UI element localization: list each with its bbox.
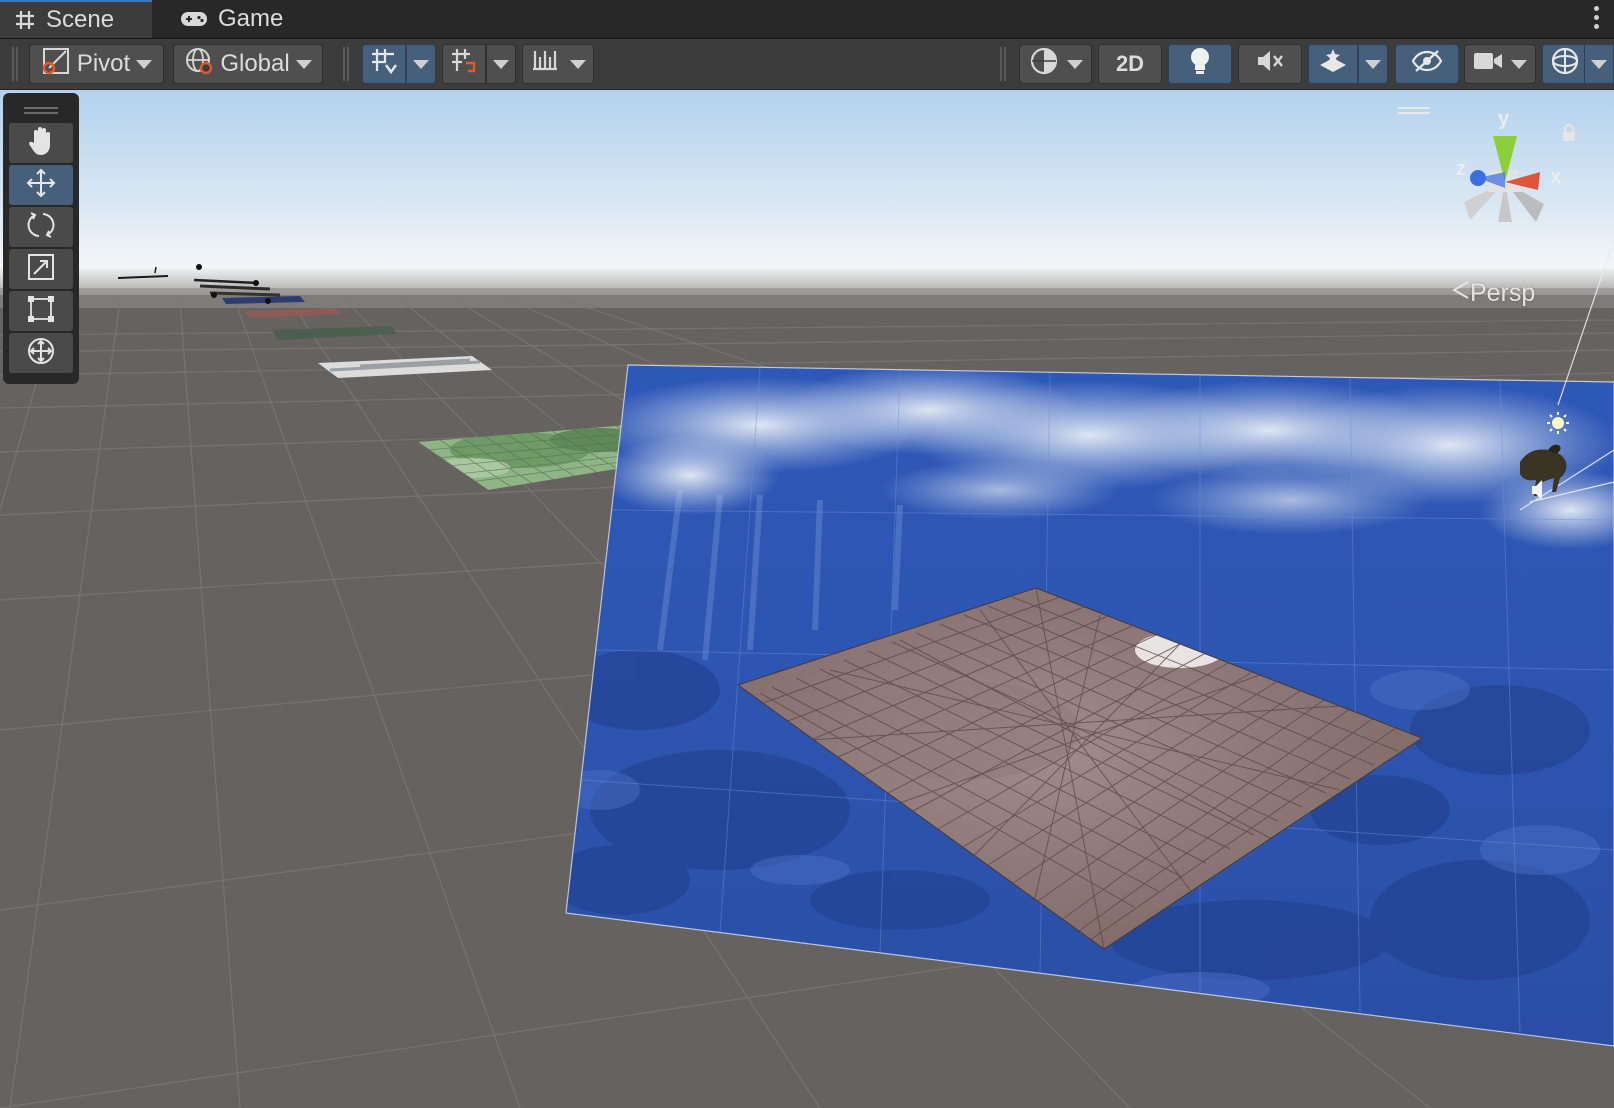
gizmo-y-label: y	[1498, 108, 1510, 130]
grid-snapping-toggle[interactable]	[362, 44, 406, 84]
tab-scene[interactable]: Scene	[0, 0, 152, 38]
move-tool-button[interactable]	[9, 165, 73, 205]
lighting-toggle[interactable]	[1168, 44, 1232, 84]
scene-viewport[interactable]	[0, 90, 1614, 1108]
scale-icon	[26, 252, 56, 287]
scale-tool-button[interactable]	[9, 249, 73, 289]
hand-icon	[26, 125, 56, 162]
gizmo-sphere-icon	[1550, 46, 1580, 83]
tab-game-label: Game	[218, 5, 284, 32]
tab-bar: Scene Game	[0, 0, 1614, 39]
audio-toggle[interactable]	[1238, 44, 1302, 84]
rotate-icon	[25, 209, 57, 246]
globe-icon	[184, 46, 214, 83]
2d-label: 2D	[1115, 51, 1145, 76]
toolbar-grip[interactable]	[12, 47, 18, 81]
toolbar-grip[interactable]	[1000, 47, 1006, 81]
lightbulb-icon	[1187, 46, 1213, 83]
overlay-menu-icon[interactable]	[1398, 107, 1430, 109]
hand-tool-button[interactable]	[9, 123, 73, 163]
global-label: Global	[220, 50, 290, 77]
effects-dropdown[interactable]	[1358, 44, 1388, 84]
chevron-down-icon	[570, 59, 586, 69]
hidden-eye-icon	[1411, 48, 1443, 81]
chevron-down-icon	[413, 59, 429, 69]
gizmos-dropdown[interactable]	[1584, 44, 1614, 84]
camera-settings-dropdown[interactable]	[1464, 44, 1536, 84]
overlay-drag-handle[interactable]	[9, 97, 73, 123]
pivot-label: Pivot	[76, 50, 131, 77]
mute-speaker-icon	[1255, 48, 1285, 81]
move-icon	[25, 167, 57, 204]
chevron-down-icon	[1591, 59, 1607, 69]
tab-game[interactable]: Game	[166, 0, 296, 38]
global-dropdown[interactable]: Global	[173, 44, 323, 84]
increment-snap-icon	[450, 47, 478, 82]
2d-mode-toggle[interactable]: 2D	[1098, 44, 1162, 84]
chevron-down-icon	[1511, 59, 1527, 69]
transform-tool-button[interactable]	[9, 333, 73, 373]
grid-snap-icon	[370, 47, 398, 82]
gamepad-icon	[180, 9, 208, 29]
ruler-icon	[530, 47, 560, 82]
gizmo-x-label: x	[1550, 166, 1562, 188]
incremental-snap-toggle[interactable]	[442, 44, 486, 84]
projection-label: Persp	[1470, 279, 1536, 307]
projection-toggle[interactable]: Persp	[1450, 278, 1535, 309]
camera-icon	[1473, 50, 1503, 79]
pivot-dropdown[interactable]: Pivot	[29, 44, 164, 84]
scene-toolbar: Pivot Global 2D	[0, 39, 1614, 90]
shading-sphere-icon	[1029, 46, 1059, 83]
tab-scene-label: Scene	[46, 6, 115, 33]
tools-overlay	[3, 93, 79, 384]
skybox	[0, 90, 1614, 305]
chevron-down-icon	[1365, 59, 1381, 69]
rect-transform-icon	[26, 294, 56, 329]
grid-icon	[14, 9, 36, 31]
grid-snapping-dropdown[interactable]	[406, 44, 436, 84]
transform-icon	[25, 335, 57, 372]
rotate-tool-button[interactable]	[9, 207, 73, 247]
ruler-snap-dropdown[interactable]	[522, 44, 594, 84]
gizmos-toggle[interactable]	[1542, 44, 1588, 84]
lock-icon[interactable]	[1561, 124, 1577, 147]
more-options-icon[interactable]	[1594, 6, 1600, 33]
chevron-down-icon	[1066, 59, 1083, 69]
chevron-down-icon	[136, 59, 153, 69]
chevron-down-icon	[493, 59, 509, 69]
effects-icon	[1318, 47, 1348, 82]
toolbar-grip[interactable]	[343, 47, 349, 81]
draw-mode-dropdown[interactable]	[1019, 44, 1092, 84]
pivot-icon	[41, 46, 71, 83]
chevron-left-icon	[1450, 278, 1470, 309]
gizmo-z-label: z	[1456, 158, 1466, 180]
rect-tool-button[interactable]	[9, 291, 73, 331]
scene-visibility-toggle[interactable]	[1395, 44, 1459, 84]
chevron-down-icon	[295, 59, 312, 69]
incremental-snap-dropdown[interactable]	[486, 44, 516, 84]
effects-toggle[interactable]	[1308, 44, 1358, 84]
